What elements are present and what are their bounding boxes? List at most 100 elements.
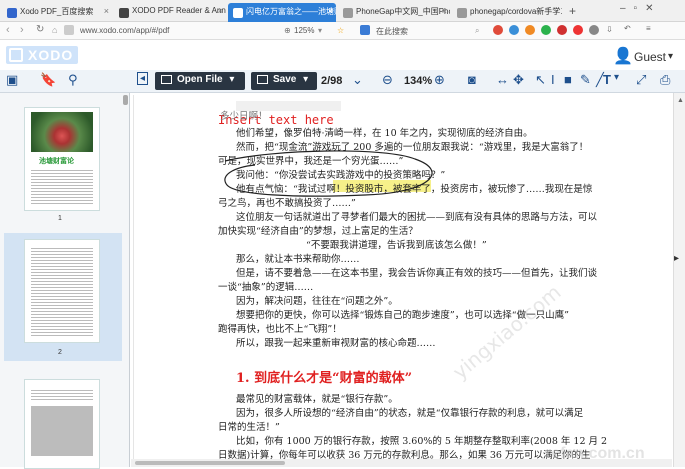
chevron-down-icon[interactable]: ▾ [614, 72, 619, 83]
close-icon[interactable]: × [104, 6, 109, 16]
tab-label: 闪电亿万富翁之——池塘财富 [246, 7, 336, 16]
text-tool-icon[interactable]: T [603, 72, 611, 87]
ink-annotation[interactable] [215, 145, 465, 205]
collapse-sidebar-icon[interactable]: ◂ [137, 72, 149, 85]
text-line: 这位朋友一句话就道出了寻梦者们最大的困扰——到底有没有具体的思路与方法，可以 [236, 212, 598, 223]
zoom-level[interactable]: 134% [404, 75, 432, 87]
thumb-image [31, 406, 93, 456]
star-icon[interactable]: ☆ [337, 26, 344, 35]
text-line: 那么，就让本书来帮助你…… [236, 254, 360, 265]
logo-text: XODO [28, 47, 74, 63]
text-line: 加快实现“经济自由”的梦想，过上富足的生活？ [218, 226, 418, 237]
next-page-icon[interactable]: ▸ [674, 253, 679, 264]
new-tab-button[interactable]: + [569, 4, 576, 18]
site-info-icon[interactable] [64, 25, 74, 35]
extension-icon[interactable] [589, 25, 599, 35]
monitor-icon [161, 75, 172, 84]
thumb-title: 池塘财富论 [39, 158, 74, 165]
bookmark-icon[interactable]: 🔖 [40, 72, 56, 88]
zoom-icon: ⊕ [284, 26, 291, 35]
scroll-up-icon[interactable]: ▲ [677, 97, 684, 104]
search-input[interactable]: 在此搜索 [376, 26, 408, 37]
url-text[interactable]: www.xodo.com/app/#/pdf [80, 26, 169, 35]
extension-icon[interactable] [509, 25, 519, 35]
download-icon[interactable]: ⇩ [606, 25, 613, 34]
app-header [0, 40, 685, 70]
undo-icon[interactable]: ↶ [624, 24, 631, 33]
camera-icon[interactable]: ◙ [468, 72, 476, 87]
text-line: 但是，请不要着急——在这本书里，我会告诉你真正有效的技巧——但首先，让我们谈 [236, 268, 598, 279]
horizontal-scrollbar[interactable] [131, 459, 672, 467]
reload-icon[interactable]: ↻ [36, 24, 44, 35]
comment-icon[interactable]: ■ [564, 72, 572, 87]
open-file-button[interactable]: Open File ▾ [155, 72, 245, 90]
back-icon[interactable]: ‹ [6, 24, 10, 36]
text-line: 他们希望，像罗伯特·清崎一样，在 10 年之内，实现彻底的经济自由。 [236, 128, 533, 139]
user-name[interactable]: Guest [634, 50, 666, 64]
pan-icon[interactable]: ✥ [513, 72, 524, 88]
tab-active-pdf[interactable]: 闪电亿万富翁之——池塘财富 × [228, 3, 336, 22]
page-thumbnail-1[interactable]: 池塘财富论 [24, 107, 100, 211]
document-scrollbar[interactable]: ▲ ▸ [673, 93, 685, 467]
forward-icon[interactable]: › [20, 24, 24, 36]
home-icon[interactable]: ⌂ [52, 25, 57, 35]
adblock-icon[interactable] [573, 25, 583, 35]
page-icon [343, 8, 353, 18]
cursor-icon[interactable]: ↖ [535, 72, 546, 88]
scroll-thumb[interactable] [135, 461, 285, 465]
tab-label: Xodo PDF_百度搜索 [20, 7, 94, 16]
text-line: 多少日啊！ [220, 111, 268, 122]
text-line: 日常的生活！” [218, 422, 280, 433]
extension-icon[interactable] [493, 25, 503, 35]
fit-width-icon[interactable]: ↔ [496, 72, 509, 87]
search-icon[interactable]: ⌕ [475, 26, 479, 36]
page-number: 2 [58, 349, 62, 356]
user-icon[interactable]: 👤 [613, 46, 633, 66]
text-line: 最常见的财富载体，就是“银行存款”。 [236, 394, 398, 405]
page-icon [119, 8, 129, 18]
page-thumbnail-2[interactable] [24, 239, 100, 343]
extension-icon[interactable] [525, 25, 535, 35]
chevron-down-icon[interactable]: ▾ [668, 51, 673, 62]
tab-phonegap-cordova[interactable]: phonegap/cordova新手学习 × [452, 3, 562, 22]
section-heading: 1. 到底什么才是“财富的载体” [236, 371, 413, 386]
tab-xodo-reader[interactable]: XODO PDF Reader & Annot × [114, 3, 226, 22]
window-controls[interactable]: –▫✕ [620, 3, 662, 14]
address-bar: ‹ › ↻ ⌂ www.xodo.com/app/#/pdf ⊕ 125% ▾ … [0, 22, 685, 40]
chevron-down-icon[interactable]: ▾ [318, 26, 322, 35]
close-icon[interactable]: × [328, 6, 333, 16]
thumbnails-icon[interactable]: ▣ [6, 72, 18, 88]
extension-icon[interactable] [541, 25, 551, 35]
pen-icon[interactable]: ✎ [580, 72, 591, 88]
tab-phonegap-cn[interactable]: PhoneGap中文网_中国Phone × [338, 3, 450, 22]
page-icon [457, 8, 467, 18]
search-engine-icon[interactable] [360, 25, 370, 35]
page-down-icon[interactable]: ⌄ [352, 72, 363, 88]
thumbnail-sidebar: 池塘财富论 1 2 [0, 93, 130, 469]
tab-label: phonegap/cordova新手学习 [470, 7, 562, 16]
zoom-in-icon[interactable]: ⊕ [434, 72, 445, 88]
text-select-icon[interactable]: I [551, 72, 555, 87]
sidebar-scrollbar[interactable] [123, 95, 128, 105]
page-number: 1 [58, 215, 62, 222]
tab-xodo-baidu[interactable]: Xodo PDF_百度搜索 × [2, 3, 112, 22]
page-indicator[interactable]: 2/98 [321, 75, 342, 87]
text-line: 跑得再快，也比不上“飞翔”！ [218, 324, 342, 335]
close-icon[interactable]: × [442, 6, 447, 16]
print-icon[interactable]: ⎙ [660, 72, 670, 88]
zoom-out-icon[interactable]: ⊖ [382, 72, 393, 88]
menu-icon[interactable]: ≡ [646, 24, 651, 33]
text-line: 因为，解决问题，往往在“问题之外”。 [236, 296, 398, 307]
monitor-icon [257, 75, 268, 84]
fullscreen-icon[interactable]: ⤢ [636, 72, 646, 88]
search-icon[interactable]: ⚲ [68, 72, 78, 88]
page-thumbnail-3[interactable] [24, 379, 100, 469]
text-line: 因为，很多人所设想的“经济自由”的状态，就是“仅靠银行存款的利息，就可以满足 [236, 408, 584, 419]
open-file-label: Open File [177, 74, 223, 85]
save-button[interactable]: Save ▾ [251, 72, 317, 90]
close-icon[interactable]: × [218, 6, 223, 16]
chevron-down-icon: ▾ [229, 74, 235, 85]
thumb-text [31, 246, 93, 338]
extension-icon[interactable] [557, 25, 567, 35]
close-icon[interactable]: × [554, 6, 559, 16]
